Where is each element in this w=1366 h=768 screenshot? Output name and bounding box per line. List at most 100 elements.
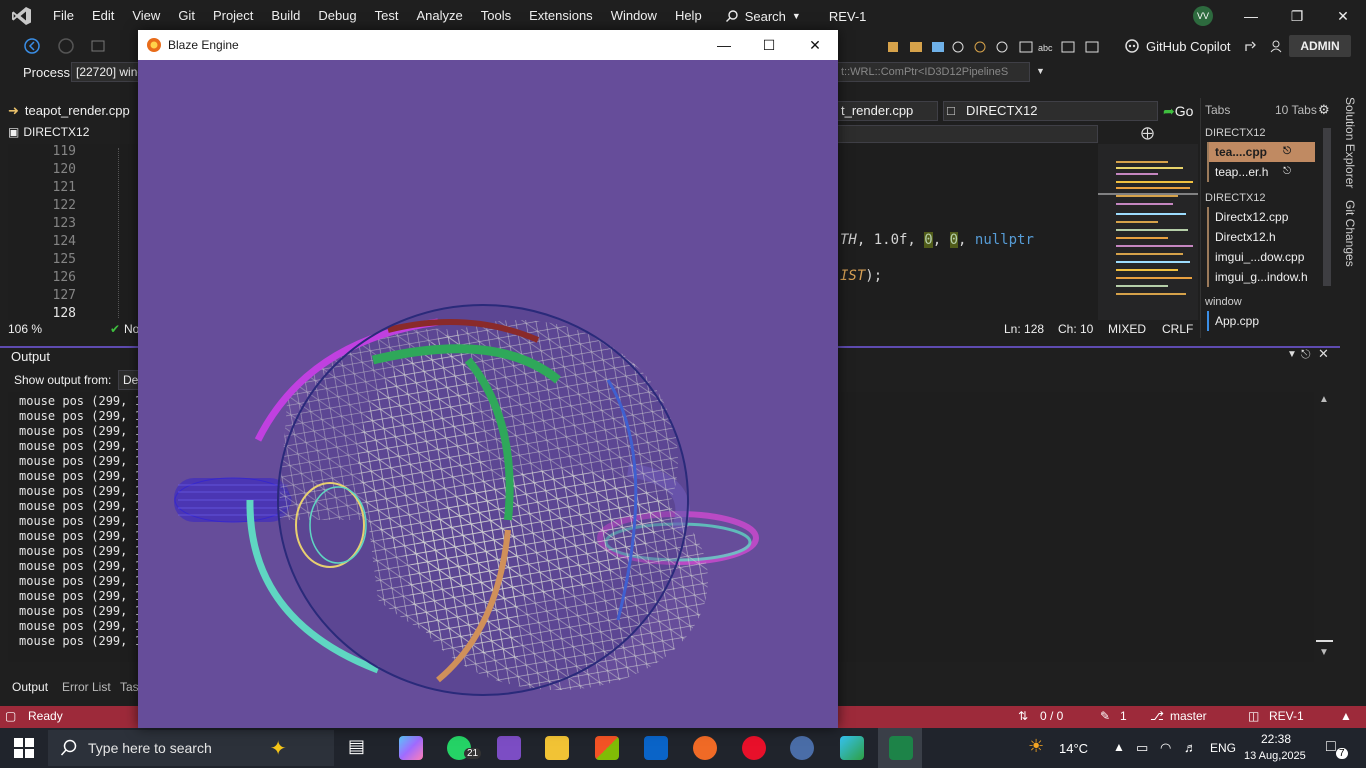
file-explorer-icon[interactable]: [545, 736, 569, 760]
line-ending[interactable]: CRLF: [1162, 322, 1193, 336]
minimap[interactable]: [1098, 144, 1198, 320]
task-view-icon[interactable]: ▤: [348, 736, 372, 760]
sync-count[interactable]: 0 / 0: [1040, 709, 1063, 723]
clock-time[interactable]: 22:38: [1261, 732, 1291, 746]
menu-help[interactable]: Help: [666, 0, 711, 32]
chevron-up-icon[interactable]: ▲: [1113, 740, 1125, 754]
debug-toolbar-icons[interactable]: abc: [840, 40, 1120, 54]
member-combo[interactable]: [836, 125, 1098, 143]
pin-icon[interactable]: ⎋: [1283, 142, 1291, 162]
output-line: mouse pos (299, 1: [19, 574, 142, 588]
pin-icon[interactable]: ⎋: [1283, 162, 1291, 182]
split-icon[interactable]: ⨁: [1141, 125, 1154, 141]
weather-icon[interactable]: ☀: [1028, 736, 1044, 757]
indentation-mode[interactable]: MIXED: [1108, 322, 1146, 336]
menu-tools[interactable]: Tools: [472, 0, 520, 32]
new-item-icon[interactable]: [90, 38, 106, 54]
cursor-column[interactable]: Ch: 10: [1058, 322, 1093, 336]
close-icon[interactable]: ✕: [1320, 0, 1366, 32]
back-icon[interactable]: [24, 38, 40, 54]
minimize-icon[interactable]: —: [1228, 0, 1274, 32]
weather-temp[interactable]: 14°C: [1059, 741, 1088, 756]
tab-list-item[interactable]: Directx12.h: [1207, 227, 1315, 247]
branch-name[interactable]: master: [1170, 709, 1207, 723]
avatar[interactable]: VV: [1193, 6, 1213, 26]
wifi-icon[interactable]: ◠: [1160, 740, 1171, 756]
menu-view[interactable]: View: [123, 0, 169, 32]
opera-icon[interactable]: [742, 736, 766, 760]
menu-edit[interactable]: Edit: [83, 0, 123, 32]
cursor-line[interactable]: Ln: 128: [1004, 322, 1044, 336]
zoom-select[interactable]: 106 %: [8, 322, 42, 336]
brave-icon[interactable]: [693, 736, 717, 760]
notification-bell-icon[interactable]: ▲: [1340, 709, 1352, 723]
menu-build[interactable]: Build: [262, 0, 309, 32]
menu-extensions[interactable]: Extensions: [520, 0, 602, 32]
render-viewport[interactable]: [138, 60, 838, 728]
tab-solution-explorer[interactable]: Solution Explorer: [1343, 97, 1357, 188]
pin-icon[interactable]: ⎋: [1301, 347, 1311, 362]
share-icon[interactable]: [1243, 38, 1259, 54]
restore-icon[interactable]: ❐: [1274, 0, 1320, 32]
store-icon[interactable]: [595, 736, 619, 760]
changes-count[interactable]: 1: [1120, 709, 1127, 723]
forward-icon[interactable]: [58, 38, 74, 54]
windows-start-icon[interactable]: [14, 738, 34, 758]
menu-debug[interactable]: Debug: [309, 0, 365, 32]
feedback-icon[interactable]: [1269, 38, 1285, 54]
admin-button[interactable]: ADMIN: [1289, 35, 1351, 57]
scroll-up-icon[interactable]: ▲: [1319, 394, 1329, 405]
tab-output[interactable]: Output: [12, 680, 48, 694]
battery-icon[interactable]: ▭: [1136, 740, 1148, 756]
gear-icon[interactable]: ⚙: [1318, 102, 1330, 118]
visual-studio-icon[interactable]: [497, 736, 521, 760]
volume-icon[interactable]: ♬: [1184, 740, 1197, 755]
tab-error-list[interactable]: Error List: [62, 680, 111, 694]
stack-frame-select[interactable]: t::WRL::ComPtr<ID3D12PipelineS: [836, 62, 1030, 82]
scope-combo[interactable]: DIRECTX12: [943, 101, 1158, 121]
teapot-body: [246, 304, 708, 696]
excel-icon[interactable]: [889, 736, 913, 760]
clock-date[interactable]: 13 Aug,2025: [1244, 750, 1306, 762]
search-button[interactable]: Search ▼: [717, 9, 809, 24]
copilot-button[interactable]: GitHub Copilot: [1124, 32, 1285, 60]
go-button[interactable]: ➦Go: [1163, 101, 1198, 121]
project-combo[interactable]: ▣ DIRECTX12: [8, 125, 89, 139]
taskbar-search[interactable]: Type here to search ✦: [48, 730, 334, 766]
tab-teapot-render[interactable]: ➜ teapot_render.cpp: [8, 100, 136, 122]
outlook-icon[interactable]: [644, 736, 668, 760]
tab-list-item[interactable]: imgui_g...indow.h: [1207, 267, 1315, 287]
visual-studio-logo-icon[interactable]: [0, 0, 44, 32]
copilot-app-icon[interactable]: [399, 736, 423, 760]
bug-app-icon[interactable]: [790, 736, 814, 760]
engine-close-icon[interactable]: ✕: [792, 30, 838, 60]
close-icon[interactable]: ✕: [1318, 346, 1329, 362]
tab-git-changes[interactable]: Git Changes: [1343, 200, 1357, 267]
repo-name[interactable]: REV-1: [1269, 709, 1304, 723]
menu-analyze[interactable]: Analyze: [407, 0, 471, 32]
tab-list-item[interactable]: imgui_...dow.cpp: [1207, 247, 1315, 267]
chevron-down-icon[interactable]: ▼: [1036, 66, 1045, 76]
menu-git[interactable]: Git: [169, 0, 204, 32]
engine-maximize-icon[interactable]: ☐: [746, 30, 792, 60]
menu-window[interactable]: Window: [602, 0, 666, 32]
scrollbar[interactable]: [1323, 128, 1331, 286]
tab-list-item[interactable]: teap...er.h ⎋: [1207, 162, 1315, 182]
input-language[interactable]: ENG: [1210, 741, 1236, 755]
chevron-down-icon[interactable]: ▼: [1287, 349, 1297, 360]
sparkle-icon[interactable]: ✦: [270, 736, 287, 761]
tab-list-item[interactable]: App.cpp: [1207, 311, 1315, 331]
notification-icon[interactable]: □: [1326, 738, 1336, 756]
tab-task-list[interactable]: Tas: [120, 680, 139, 694]
tab-list-item[interactable]: tea....cpp ⎋: [1207, 142, 1315, 162]
file-combo[interactable]: t_render.cpp: [836, 101, 938, 121]
edge-icon[interactable]: [840, 736, 864, 760]
menu-project[interactable]: Project: [204, 0, 262, 32]
menu-file[interactable]: File: [44, 0, 83, 32]
tab-list-item[interactable]: Directx12.cpp: [1207, 207, 1315, 227]
scroll-down-icon[interactable]: ▼: [1319, 647, 1329, 658]
scroll-thumb[interactable]: [1316, 640, 1333, 642]
menu-test[interactable]: Test: [366, 0, 408, 32]
engine-minimize-icon[interactable]: —: [701, 30, 747, 60]
output-scrollbar[interactable]: ▲ ▼: [1316, 392, 1333, 662]
